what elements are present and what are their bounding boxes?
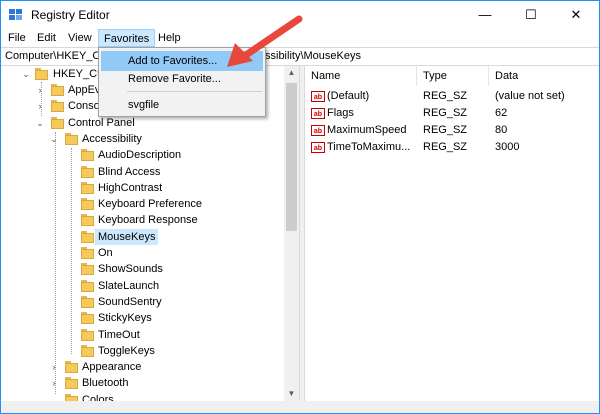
string-value-icon: ab [311,91,325,102]
menu-help[interactable]: Help [153,29,186,47]
folder-icon [81,279,94,292]
horizontal-scrollbar[interactable] [1,401,599,413]
address-path-start: Computer\HKEY_C [5,50,101,62]
tree-item-label: AudioDescription [98,149,182,162]
tree-item-label: Appearance [82,361,142,374]
folder-icon [65,361,78,374]
chevron-down-icon[interactable]: ⌄ [21,66,31,82]
folder-icon [81,344,94,357]
value-row[interactable]: ab MaximumSpeed REG_SZ 80 [305,122,599,139]
tree-item-label: Colors [82,393,114,401]
string-value-icon: ab [311,108,325,119]
value-type: REG_SZ [423,90,468,102]
value-name: Flags [327,107,354,119]
close-button[interactable]: ✕ [553,1,599,29]
value-data: 3000 [495,141,520,153]
menu-item-svgfile[interactable]: svgfile [101,95,263,115]
folder-icon [65,377,78,390]
minimize-button[interactable]: — [462,1,508,29]
value-name: (Default) [327,90,370,102]
chevron-right-icon[interactable]: › [35,98,45,114]
folder-icon [81,263,94,276]
window-title: Registry Editor [31,8,110,22]
tree-item-label: Conso [68,100,100,113]
chevron-right-icon[interactable]: › [35,82,45,98]
folder-icon [81,214,94,227]
value-data: 80 [495,124,508,136]
value-type: REG_SZ [423,124,468,136]
folder-icon [65,393,78,401]
maximize-button[interactable]: ☐ [508,1,554,29]
tree-item-label: TimeOut [98,328,140,341]
folder-icon [81,198,94,211]
tree-item-label: HighContrast [98,181,163,194]
values-list[interactable]: Name Type Data ab (Default) REG_SZ (value n… [305,66,599,401]
menu-file[interactable]: File [3,29,31,47]
folder-icon [51,84,64,96]
menu-favorites[interactable]: Favorites [98,29,156,47]
folder-icon [81,328,94,341]
value-type: REG_SZ [423,141,468,153]
folder-icon [81,230,94,243]
scroll-down-arrow-icon[interactable]: ▼ [284,387,299,401]
folder-icon [81,312,94,325]
folder-icon [81,247,94,259]
value-name: MaximumSpeed [327,124,407,136]
menu-edit[interactable]: Edit [32,29,61,47]
tree-item-label: On [98,247,113,259]
annotation-arrow-icon [227,15,303,67]
chevron-right-icon[interactable]: › [49,375,59,391]
folder-icon [81,149,94,162]
column-header-type[interactable]: Type [417,66,489,86]
value-row[interactable]: ab (Default) REG_SZ (value not set) [305,88,599,105]
chevron-right-icon[interactable]: › [49,359,59,375]
folder-icon [65,132,78,145]
tree-item-label: MouseKeys [95,228,159,245]
tree-item-label: SlateLaunch [98,279,160,292]
folder-icon [51,100,64,113]
string-value-icon: ab [311,125,325,136]
column-header-name[interactable]: Name [305,66,417,86]
tree-item-label: Accessibility [82,132,142,145]
value-name: TimeToMaximu... [327,141,411,153]
chevron-down-icon[interactable]: ⌄ [35,115,45,131]
value-data: 62 [495,107,508,119]
folder-icon [51,116,64,129]
tree-item-label: Blind Access [98,165,161,178]
tree-item-label: Bluetooth [82,377,129,390]
tree-item-label: Keyboard Response [98,214,198,227]
tree-item-label: ShowSounds [98,263,163,276]
tree-item-label: Keyboard Preference [98,198,202,211]
value-row[interactable]: ab Flags REG_SZ 62 [305,105,599,122]
folder-icon [81,165,94,178]
chevron-down-icon[interactable]: ⌄ [49,131,59,147]
tree-item-label: SoundSentry [98,295,162,308]
menu-view[interactable]: View [63,29,97,47]
column-header-data[interactable]: Data [489,66,599,86]
tree-item-label: ToggleKeys [98,344,155,357]
folder-icon [35,68,48,80]
registry-app-icon [9,9,22,20]
value-type: REG_SZ [423,107,468,119]
folder-icon [81,181,94,194]
tree-item-label: StickyKeys [98,312,152,325]
tree-scroll-thumb[interactable] [286,83,297,231]
folder-icon [81,295,94,308]
tree-item-label: AppEv [68,84,101,96]
menu-separator [127,91,262,92]
string-value-icon: ab [311,142,325,153]
registry-editor-window: Registry Editor — ☐ ✕ File Edit View Fav… [0,0,600,414]
value-row[interactable]: ab TimeToMaximu... REG_SZ 3000 [305,139,599,156]
value-data: (value not set) [495,90,565,102]
